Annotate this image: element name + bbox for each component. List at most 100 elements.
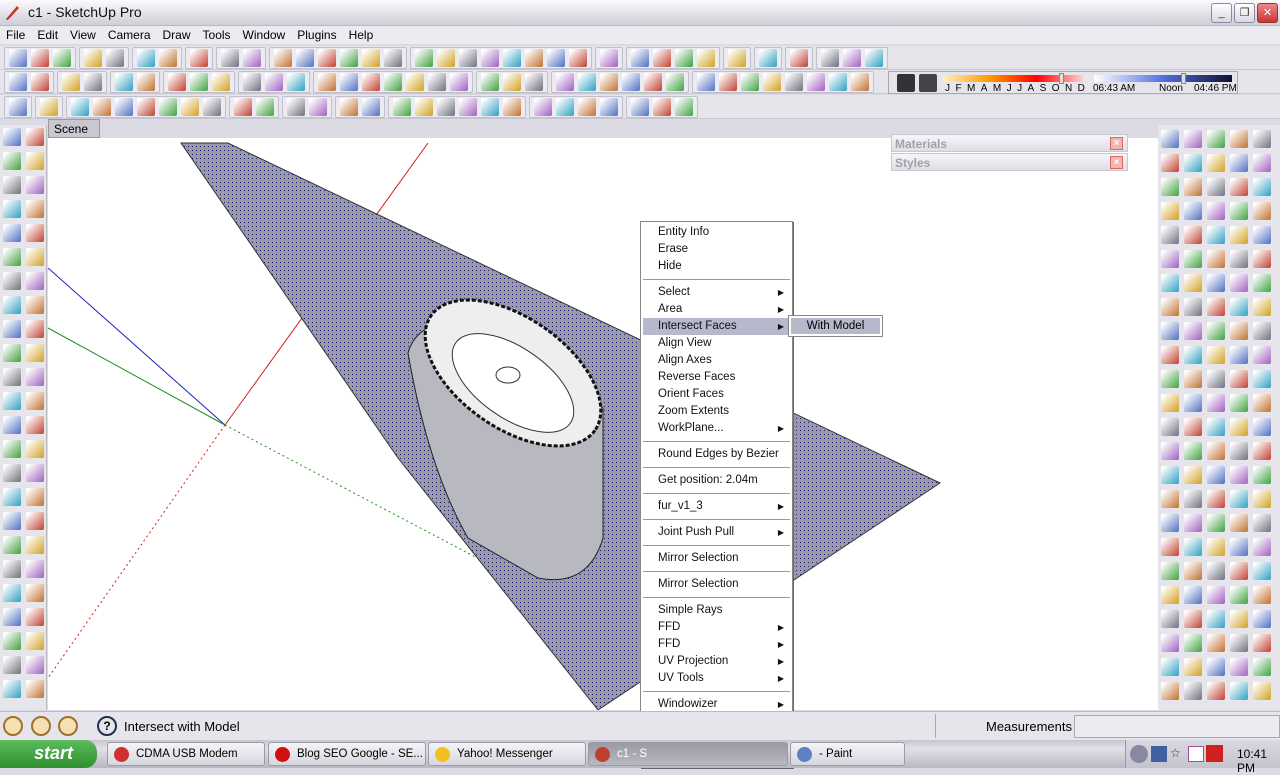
toolbar-tool-icon[interactable] bbox=[600, 48, 618, 67]
plugin-tool-icon[interactable] bbox=[1161, 634, 1179, 652]
plugin-tool-icon[interactable] bbox=[1184, 610, 1202, 628]
plugin-tool-icon[interactable] bbox=[1161, 586, 1179, 604]
menu-edit[interactable]: Edit bbox=[31, 26, 64, 44]
menu-help[interactable]: Help bbox=[343, 26, 380, 44]
plugin-tool-icon[interactable] bbox=[1161, 466, 1179, 484]
toolbar-tool-icon[interactable] bbox=[340, 72, 358, 91]
toolbar-tool-icon[interactable] bbox=[9, 48, 27, 67]
toolbar-tool-icon[interactable] bbox=[318, 48, 336, 67]
plugin-tool-icon[interactable] bbox=[1161, 298, 1179, 316]
toolbar-tool-icon[interactable] bbox=[525, 72, 543, 91]
plugin-tool-icon[interactable] bbox=[1230, 586, 1248, 604]
drawing-tool-icon[interactable] bbox=[3, 152, 21, 170]
menu-item-area[interactable]: Area ▶ bbox=[641, 301, 792, 318]
drawing-tool-icon[interactable] bbox=[26, 608, 44, 626]
toolbar-tool-icon[interactable] bbox=[106, 48, 124, 67]
toolbar-tool-icon[interactable] bbox=[115, 97, 133, 116]
toolbar-tool-icon[interactable] bbox=[203, 97, 221, 116]
taskbar-button[interactable]: c1 - S bbox=[588, 742, 788, 766]
toolbar-tool-icon[interactable] bbox=[362, 48, 380, 67]
styles-panel[interactable]: Styles × bbox=[891, 153, 1128, 171]
toolbar-tool-icon[interactable] bbox=[168, 72, 186, 91]
drawing-tool-icon[interactable] bbox=[3, 416, 21, 434]
plugin-tool-icon[interactable] bbox=[1207, 346, 1225, 364]
plugin-tool-icon[interactable] bbox=[1161, 154, 1179, 172]
menu-item-mirror-selection[interactable]: Mirror Selection bbox=[641, 576, 792, 593]
measurements-input[interactable] bbox=[1074, 715, 1280, 738]
plugin-tool-icon[interactable] bbox=[1207, 226, 1225, 244]
plugin-tool-icon[interactable] bbox=[1161, 226, 1179, 244]
plugin-tool-icon[interactable] bbox=[1161, 658, 1179, 676]
drawing-tool-icon[interactable] bbox=[3, 560, 21, 578]
drawing-tool-icon[interactable] bbox=[26, 440, 44, 458]
toolbar-tool-icon[interactable] bbox=[93, 97, 111, 116]
drawing-tool-icon[interactable] bbox=[3, 176, 21, 194]
toolbar-tool-icon[interactable] bbox=[221, 48, 239, 67]
plugin-tool-icon[interactable] bbox=[1161, 178, 1179, 196]
menu-tools[interactable]: Tools bbox=[197, 26, 237, 44]
drawing-tool-icon[interactable] bbox=[3, 272, 21, 290]
plugin-tool-icon[interactable] bbox=[1207, 370, 1225, 388]
plugin-tool-icon[interactable] bbox=[1184, 658, 1202, 676]
toolbar-tool-icon[interactable] bbox=[393, 97, 411, 116]
toolbar-tool-icon[interactable] bbox=[84, 72, 102, 91]
plugin-tool-icon[interactable] bbox=[1253, 274, 1271, 292]
toolbar-tool-icon[interactable] bbox=[31, 48, 49, 67]
toolbar-tool-icon[interactable] bbox=[274, 48, 292, 67]
toolbar-tool-icon[interactable] bbox=[256, 97, 274, 116]
toolbar-tool-icon[interactable] bbox=[556, 72, 574, 91]
minimize-button[interactable]: _ bbox=[1211, 3, 1232, 23]
toolbar-tool-icon[interactable] bbox=[362, 72, 380, 91]
plugin-tool-icon[interactable] bbox=[1230, 274, 1248, 292]
toolbar-tool-icon[interactable] bbox=[821, 48, 839, 67]
toolbar-tool-icon[interactable] bbox=[622, 72, 640, 91]
toolbar-tool-icon[interactable] bbox=[697, 48, 715, 67]
plugin-tool-icon[interactable] bbox=[1253, 154, 1271, 172]
toolbar-tool-icon[interactable] bbox=[437, 97, 455, 116]
menu-item-round-edges-by-bezier[interactable]: Round Edges by Bezier bbox=[641, 446, 792, 463]
toolbar-tool-icon[interactable] bbox=[62, 72, 80, 91]
toolbar-tool-icon[interactable] bbox=[181, 97, 199, 116]
plugin-tool-icon[interactable] bbox=[1207, 130, 1225, 148]
drawing-tool-icon[interactable] bbox=[26, 344, 44, 362]
drawing-tool-icon[interactable] bbox=[26, 392, 44, 410]
plugin-tool-icon[interactable] bbox=[1161, 322, 1179, 340]
toolbar-tool-icon[interactable] bbox=[481, 48, 499, 67]
drawing-tool-icon[interactable] bbox=[26, 320, 44, 338]
toolbar-tool-icon[interactable] bbox=[569, 48, 587, 67]
plugin-tool-icon[interactable] bbox=[1207, 418, 1225, 436]
plugin-tool-icon[interactable] bbox=[1184, 202, 1202, 220]
menu-item-erase[interactable]: Erase bbox=[641, 241, 792, 258]
menu-item-align-view[interactable]: Align View bbox=[641, 335, 792, 352]
plugin-tool-icon[interactable] bbox=[1207, 562, 1225, 580]
plugin-tool-icon[interactable] bbox=[1230, 154, 1248, 172]
menu-item-workplane[interactable]: WorkPlane... ▶ bbox=[641, 420, 792, 437]
drawing-tool-icon[interactable] bbox=[26, 656, 44, 674]
toolbar-tool-icon[interactable] bbox=[265, 72, 283, 91]
plugin-tool-icon[interactable] bbox=[1253, 250, 1271, 268]
plugin-tool-icon[interactable] bbox=[1207, 682, 1225, 700]
toolbar-tool-icon[interactable] bbox=[459, 97, 477, 116]
menu-item-reverse-faces[interactable]: Reverse Faces bbox=[641, 369, 792, 386]
plugin-tool-icon[interactable] bbox=[1184, 322, 1202, 340]
drawing-tool-icon[interactable] bbox=[3, 632, 21, 650]
toolbar-tool-icon[interactable] bbox=[318, 72, 336, 91]
drawing-tool-icon[interactable] bbox=[3, 200, 21, 218]
menu-item-ffd[interactable]: FFD ▶ bbox=[641, 619, 792, 636]
menu-item-uv-tools[interactable]: UV Tools ▶ bbox=[641, 670, 792, 687]
plugin-tool-icon[interactable] bbox=[1184, 466, 1202, 484]
toolbar-tool-icon[interactable] bbox=[759, 48, 777, 67]
toolbar-tool-icon[interactable] bbox=[578, 72, 596, 91]
plugin-tool-icon[interactable] bbox=[1253, 466, 1271, 484]
drawing-tool-icon[interactable] bbox=[26, 224, 44, 242]
plugin-tool-icon[interactable] bbox=[1161, 490, 1179, 508]
menu-item-ffd[interactable]: FFD ▶ bbox=[641, 636, 792, 653]
plugin-tool-icon[interactable] bbox=[1184, 178, 1202, 196]
menu-item-zoom-extents[interactable]: Zoom Extents bbox=[641, 403, 792, 420]
drawing-tool-icon[interactable] bbox=[26, 464, 44, 482]
plugin-tool-icon[interactable] bbox=[1230, 442, 1248, 460]
toolbar-tool-icon[interactable] bbox=[437, 48, 455, 67]
plugin-tool-icon[interactable] bbox=[1207, 466, 1225, 484]
show-hidden-icons-icon[interactable] bbox=[1130, 745, 1148, 763]
toolbar-tool-icon[interactable] bbox=[653, 48, 671, 67]
